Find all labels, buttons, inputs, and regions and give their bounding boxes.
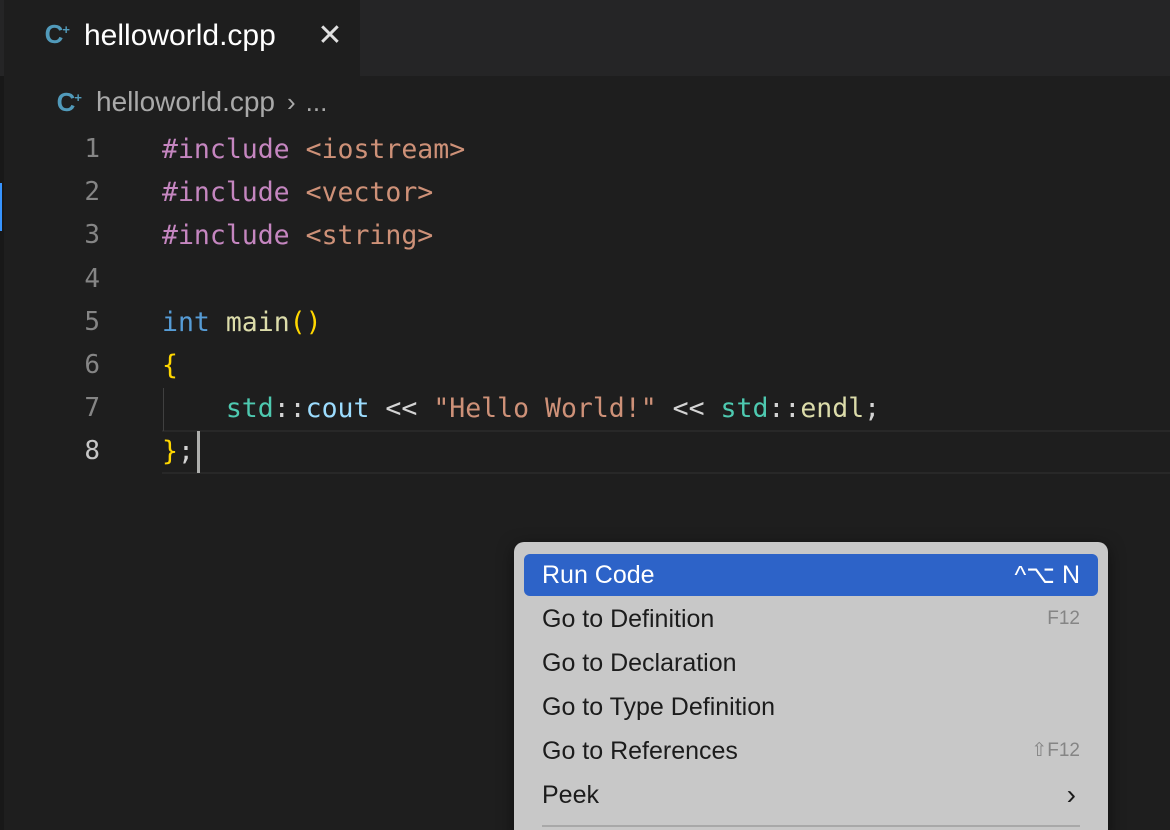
cout-identifier: cout [305, 393, 370, 424]
menu-item-shortcut: F12 [1047, 608, 1080, 629]
current-line-highlight [162, 430, 1170, 474]
context-menu: Run Code ^⌥ N Go to Definition F12 Go to… [514, 542, 1108, 830]
namespace: std [225, 393, 274, 424]
line-number: 8 [84, 436, 100, 466]
code-line: 3 #include <string> [0, 214, 1170, 257]
indent-guide [163, 388, 164, 431]
include-header: <string> [305, 220, 434, 251]
function-name: main [225, 307, 290, 338]
code-line: 6 { [0, 344, 1170, 387]
cpp-file-icon: C + [44, 19, 70, 49]
endl-identifier: endl [800, 393, 865, 424]
code-line: 1 #include <iostream> [0, 128, 1170, 171]
vscode-window: C + helloworld.cpp ✕ C + helloworld.cpp › … [0, 0, 1170, 830]
text-cursor [197, 431, 200, 473]
tab-label: helloworld.cpp [84, 19, 276, 52]
line-number: 7 [84, 393, 100, 423]
tab-bar: C + helloworld.cpp ✕ [0, 0, 1170, 76]
code-line: 7 std::cout << "Hello World!" << std::en… [0, 387, 1170, 430]
menu-item-go-to-type-definition[interactable]: Go to Type Definition [524, 686, 1098, 728]
include-header: <vector> [305, 177, 434, 208]
open-brace: { [162, 350, 178, 381]
namespace: std [720, 393, 769, 424]
stream-op: << [672, 393, 705, 424]
menu-item-peek[interactable]: Peek › [524, 774, 1098, 816]
line-number: 4 [84, 264, 100, 294]
menu-item-shortcut: ⇧F12 [1031, 740, 1080, 761]
chevron-right-icon: › [287, 86, 296, 117]
stream-op: << [385, 393, 418, 424]
line-number: 6 [84, 350, 100, 380]
menu-item-go-to-definition[interactable]: Go to Definition F12 [524, 598, 1098, 640]
include-directive: #include [162, 134, 290, 165]
menu-item-go-to-references[interactable]: Go to References ⇧F12 [524, 730, 1098, 772]
code-line: 5 int main() [0, 301, 1170, 344]
menu-item-label: Run Code [542, 561, 655, 589]
include-directive: #include [162, 220, 290, 251]
tab-helloworld[interactable]: C + helloworld.cpp ✕ [4, 0, 360, 76]
chevron-right-icon: › [1066, 779, 1076, 810]
menu-item-go-to-declaration[interactable]: Go to Declaration [524, 642, 1098, 684]
menu-item-label: Go to Definition [542, 605, 715, 633]
menu-separator [542, 825, 1080, 827]
breadcrumb-file[interactable]: helloworld.cpp [96, 86, 275, 118]
type-keyword: int [162, 307, 210, 338]
line-number: 2 [84, 177, 100, 207]
menu-item-label: Go to Declaration [542, 649, 737, 677]
code-line: 4 [0, 258, 1170, 301]
close-icon[interactable]: ✕ [314, 18, 346, 54]
string-literal: "Hello World!" [433, 393, 657, 424]
menu-item-shortcut: ^⌥ N [1014, 561, 1080, 589]
menu-item-label: Go to Type Definition [542, 693, 776, 721]
line-number: 3 [84, 220, 100, 250]
scope-op: :: [768, 393, 801, 424]
include-directive: #include [162, 177, 290, 208]
cpp-file-icon: C + [56, 87, 82, 117]
menu-item-label: Peek [542, 781, 599, 809]
code-line: 2 #include <vector> [0, 171, 1170, 214]
breadcrumb: C + helloworld.cpp › ... [52, 82, 328, 122]
semicolon: ; [864, 393, 881, 424]
breadcrumb-more[interactable]: ... [306, 87, 328, 118]
include-header: <iostream> [305, 134, 466, 165]
menu-item-label: Go to References [542, 737, 738, 765]
parens: () [289, 307, 322, 338]
menu-item-run-code[interactable]: Run Code ^⌥ N [524, 554, 1098, 596]
scope-op: :: [273, 393, 306, 424]
line-number: 5 [84, 307, 100, 337]
line-number: 1 [84, 134, 100, 164]
